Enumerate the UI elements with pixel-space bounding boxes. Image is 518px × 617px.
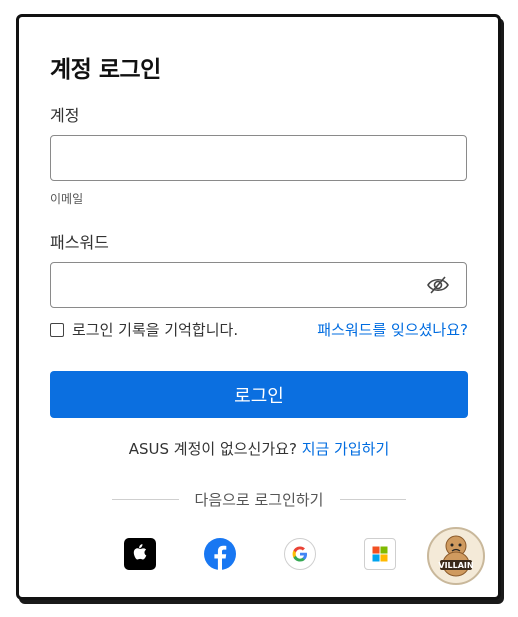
apple-login-button[interactable] xyxy=(124,538,156,570)
remember-me[interactable]: 로그인 기록을 기억합니다. xyxy=(50,319,238,340)
forgot-password-link[interactable]: 패스워드를 잊으셨나요? xyxy=(317,319,468,340)
password-label: 패스워드 xyxy=(50,233,109,252)
login-button[interactable]: 로그인 xyxy=(50,371,468,418)
divider-line-left xyxy=(112,499,179,500)
divider-line-right xyxy=(339,499,407,500)
facebook-icon xyxy=(204,538,236,570)
google-login-button[interactable] xyxy=(284,538,316,570)
account-field[interactable] xyxy=(50,135,467,182)
eye-slash-icon[interactable] xyxy=(426,275,450,295)
remember-checkbox[interactable] xyxy=(50,322,64,337)
account-hint: 이메일 xyxy=(50,192,84,206)
facebook-login-button[interactable] xyxy=(204,538,236,570)
svg-text:VILLAIN: VILLAIN xyxy=(438,561,473,570)
alt-login-divider: 다음으로 로그인하기 xyxy=(112,489,407,510)
microsoft-login-button[interactable] xyxy=(364,538,396,570)
alt-login-text: 다음으로 로그인하기 xyxy=(194,491,324,509)
password-field[interactable] xyxy=(50,262,467,309)
villain-watermark-icon: VILLAIN xyxy=(427,527,485,585)
microsoft-icon xyxy=(372,546,388,562)
google-icon xyxy=(292,546,308,562)
page-title: 계정 로그인 xyxy=(50,57,161,83)
signup-prompt: ASUS 계정이 없으신가요? 지금 가입하기 xyxy=(0,438,518,459)
account-label: 계정 xyxy=(50,106,80,125)
apple-icon xyxy=(133,544,147,560)
account-input[interactable] xyxy=(61,136,425,182)
password-input[interactable] xyxy=(61,263,425,309)
signup-link[interactable]: 지금 가입하기 xyxy=(302,440,390,458)
no-account-text: ASUS 계정이 없으신가요? xyxy=(128,440,297,458)
remember-label: 로그인 기록을 기억합니다. xyxy=(72,321,239,339)
